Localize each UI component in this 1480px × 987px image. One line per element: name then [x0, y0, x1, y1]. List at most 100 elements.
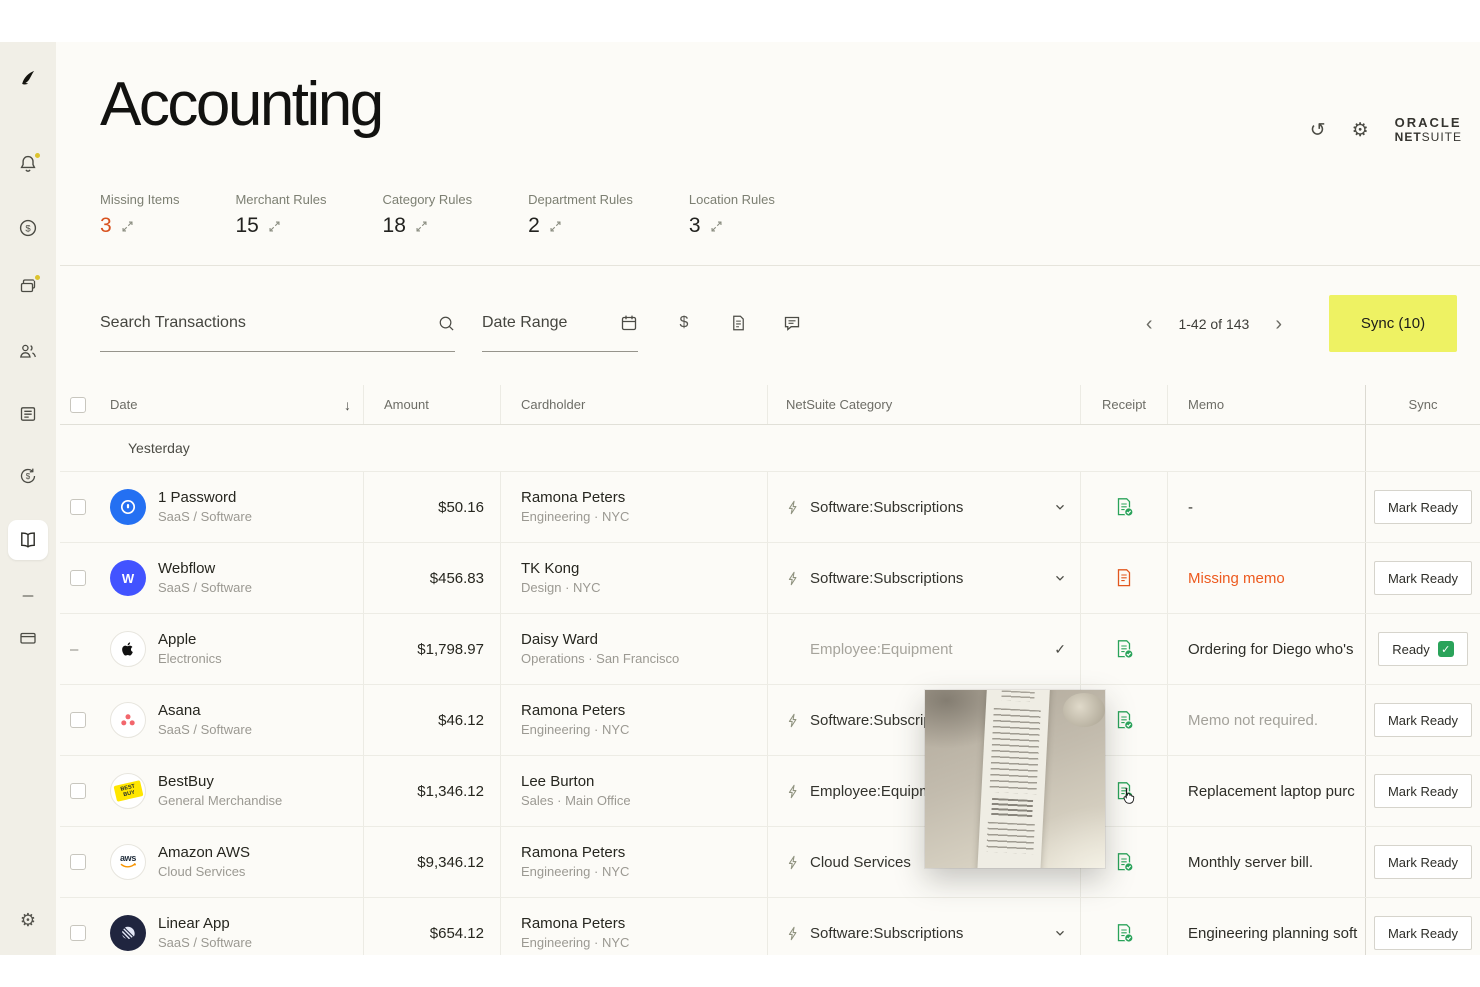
table-header: Date ↓ Amount Cardholder NetSuite Catego… — [60, 385, 1480, 425]
row-checkbox[interactable] — [70, 499, 86, 515]
cardholder-name: Lee Burton — [521, 772, 631, 792]
payments-icon[interactable]: $ — [18, 218, 38, 238]
statements-icon[interactable] — [18, 404, 38, 424]
row-checkbox[interactable] — [70, 854, 86, 870]
col-receipt[interactable]: Receipt — [1102, 397, 1146, 412]
category-select[interactable]: Software:Subscriptions — [767, 898, 1080, 955]
stat-value: 18 — [383, 214, 406, 238]
expand-icon[interactable] — [549, 220, 562, 233]
merchant-logo-webflow: W — [110, 560, 146, 596]
row-checkbox[interactable] — [70, 783, 86, 799]
search-field[interactable] — [100, 295, 455, 352]
merchant-name: BestBuy — [158, 772, 282, 792]
receipt-icon[interactable] — [1113, 638, 1135, 660]
receipt-missing-icon[interactable] — [1113, 567, 1135, 589]
merchant-logo-aws: aws — [110, 844, 146, 880]
table-row: – AppleElectronics $1,798.97 Daisy WardO… — [60, 614, 1480, 685]
ready-button[interactable]: Ready✓ — [1378, 632, 1468, 666]
expand-icon[interactable] — [268, 220, 281, 233]
notifications-icon[interactable] — [18, 154, 38, 174]
memo-cell[interactable]: - — [1167, 472, 1365, 542]
receipt-icon-hovered[interactable] — [1113, 780, 1135, 802]
mark-ready-button[interactable]: Mark Ready — [1374, 916, 1472, 950]
mark-ready-button[interactable]: Mark Ready — [1374, 561, 1472, 595]
receipt-filter-icon[interactable] — [728, 311, 748, 335]
memo-cell[interactable]: Engineering planning soft — [1167, 898, 1365, 955]
col-sync: Sync — [1409, 397, 1438, 412]
sidebar-settings-icon[interactable]: ⚙ — [18, 910, 38, 930]
memo-cell[interactable]: Missing memo — [1167, 543, 1365, 613]
category-select[interactable]: Software:Subscriptions — [767, 472, 1080, 542]
receipt-icon[interactable] — [1113, 851, 1135, 873]
brand-netsuite: NETSUITE — [1395, 130, 1462, 144]
sync-button[interactable]: Sync (10) — [1329, 295, 1457, 352]
svg-text:$: $ — [25, 224, 31, 235]
receipt-icon[interactable] — [1113, 922, 1135, 944]
receipt-icon[interactable] — [1113, 496, 1135, 518]
search-input[interactable] — [100, 314, 438, 332]
category-select[interactable]: Software:Subscriptions — [767, 543, 1080, 613]
section-divider — [60, 265, 1480, 266]
merchant-type: Electronics — [158, 650, 222, 668]
cardholder-info: Operations · San Francisco — [521, 650, 679, 668]
prev-page-button[interactable]: ‹ — [1146, 314, 1153, 334]
col-date[interactable]: Date — [110, 397, 137, 412]
memo-cell[interactable]: Monthly server bill. — [1167, 827, 1365, 897]
row-checkbox[interactable] — [70, 925, 86, 941]
merchant-type: General Merchandise — [158, 792, 282, 810]
memo-text: Engineering planning soft — [1188, 925, 1357, 942]
group-sync-spacer — [1365, 425, 1480, 471]
mark-ready-button[interactable]: Mark Ready — [1374, 774, 1472, 808]
table-row: BEST BUY BestBuyGeneral Merchandise $1,3… — [60, 756, 1480, 827]
notification-dot — [33, 151, 42, 160]
row-checkbox[interactable] — [70, 570, 86, 586]
merchant-type: SaaS / Software — [158, 721, 252, 739]
merchant-name: Webflow — [158, 559, 252, 579]
merchant-logo-1password — [110, 489, 146, 525]
people-icon[interactable] — [18, 341, 38, 361]
mark-ready-button[interactable]: Mark Ready — [1374, 490, 1472, 524]
mark-ready-button[interactable]: Mark Ready — [1374, 845, 1472, 879]
history-icon[interactable]: ↺ — [1310, 119, 1326, 142]
receipt-icon[interactable] — [1113, 709, 1135, 731]
expand-icon[interactable] — [121, 220, 134, 233]
col-cardholder[interactable]: Cardholder — [521, 397, 585, 412]
memo-cell[interactable]: Replacement laptop purc — [1167, 756, 1365, 826]
accounting-nav-active[interactable] — [8, 520, 48, 560]
row-checkbox[interactable] — [70, 712, 86, 728]
cards-icon[interactable] — [18, 276, 38, 296]
memo-cell[interactable]: Memo not required. — [1167, 685, 1365, 755]
receipt-strip — [977, 690, 1050, 868]
category-value: Cloud Services — [810, 854, 911, 871]
auto-category-icon — [786, 784, 801, 799]
cardholder-info: Engineering · NYC — [521, 508, 629, 526]
brand-oracle: ORACLE — [1395, 116, 1462, 130]
cardholder-info: Engineering · NYC — [521, 863, 629, 881]
col-memo[interactable]: Memo — [1188, 397, 1224, 412]
sort-desc-icon[interactable]: ↓ — [344, 397, 363, 413]
col-category[interactable]: NetSuite Category — [786, 397, 892, 412]
mark-ready-button[interactable]: Mark Ready — [1374, 703, 1472, 737]
merchant-logo-asana — [110, 702, 146, 738]
auto-category-icon — [786, 571, 801, 586]
merchant-name: Asana — [158, 701, 252, 721]
stat-value: 3 — [100, 214, 112, 238]
col-amount[interactable]: Amount — [384, 397, 429, 412]
expand-icon[interactable] — [710, 220, 723, 233]
settings-icon[interactable]: ⚙ — [1352, 119, 1369, 142]
collapsed-nav-icon[interactable] — [18, 586, 38, 606]
category-value: Employee:Equipment — [810, 641, 953, 658]
wallet-icon[interactable] — [18, 628, 38, 648]
memo-cell[interactable]: Ordering for Diego who's — [1167, 614, 1365, 684]
select-all-checkbox[interactable] — [70, 397, 86, 413]
cardholder-name: Ramona Peters — [521, 914, 629, 934]
reimbursements-icon[interactable]: $ — [18, 466, 38, 486]
amount-filter-icon[interactable]: $ — [674, 311, 694, 335]
stat-value: 15 — [235, 214, 258, 238]
expand-icon[interactable] — [415, 220, 428, 233]
app-logo-icon — [18, 68, 38, 88]
next-page-button[interactable]: › — [1275, 314, 1282, 334]
merchant-type: Cloud Services — [158, 863, 250, 881]
memo-filter-icon[interactable] — [782, 311, 802, 335]
date-range-picker[interactable]: Date Range — [482, 295, 638, 352]
